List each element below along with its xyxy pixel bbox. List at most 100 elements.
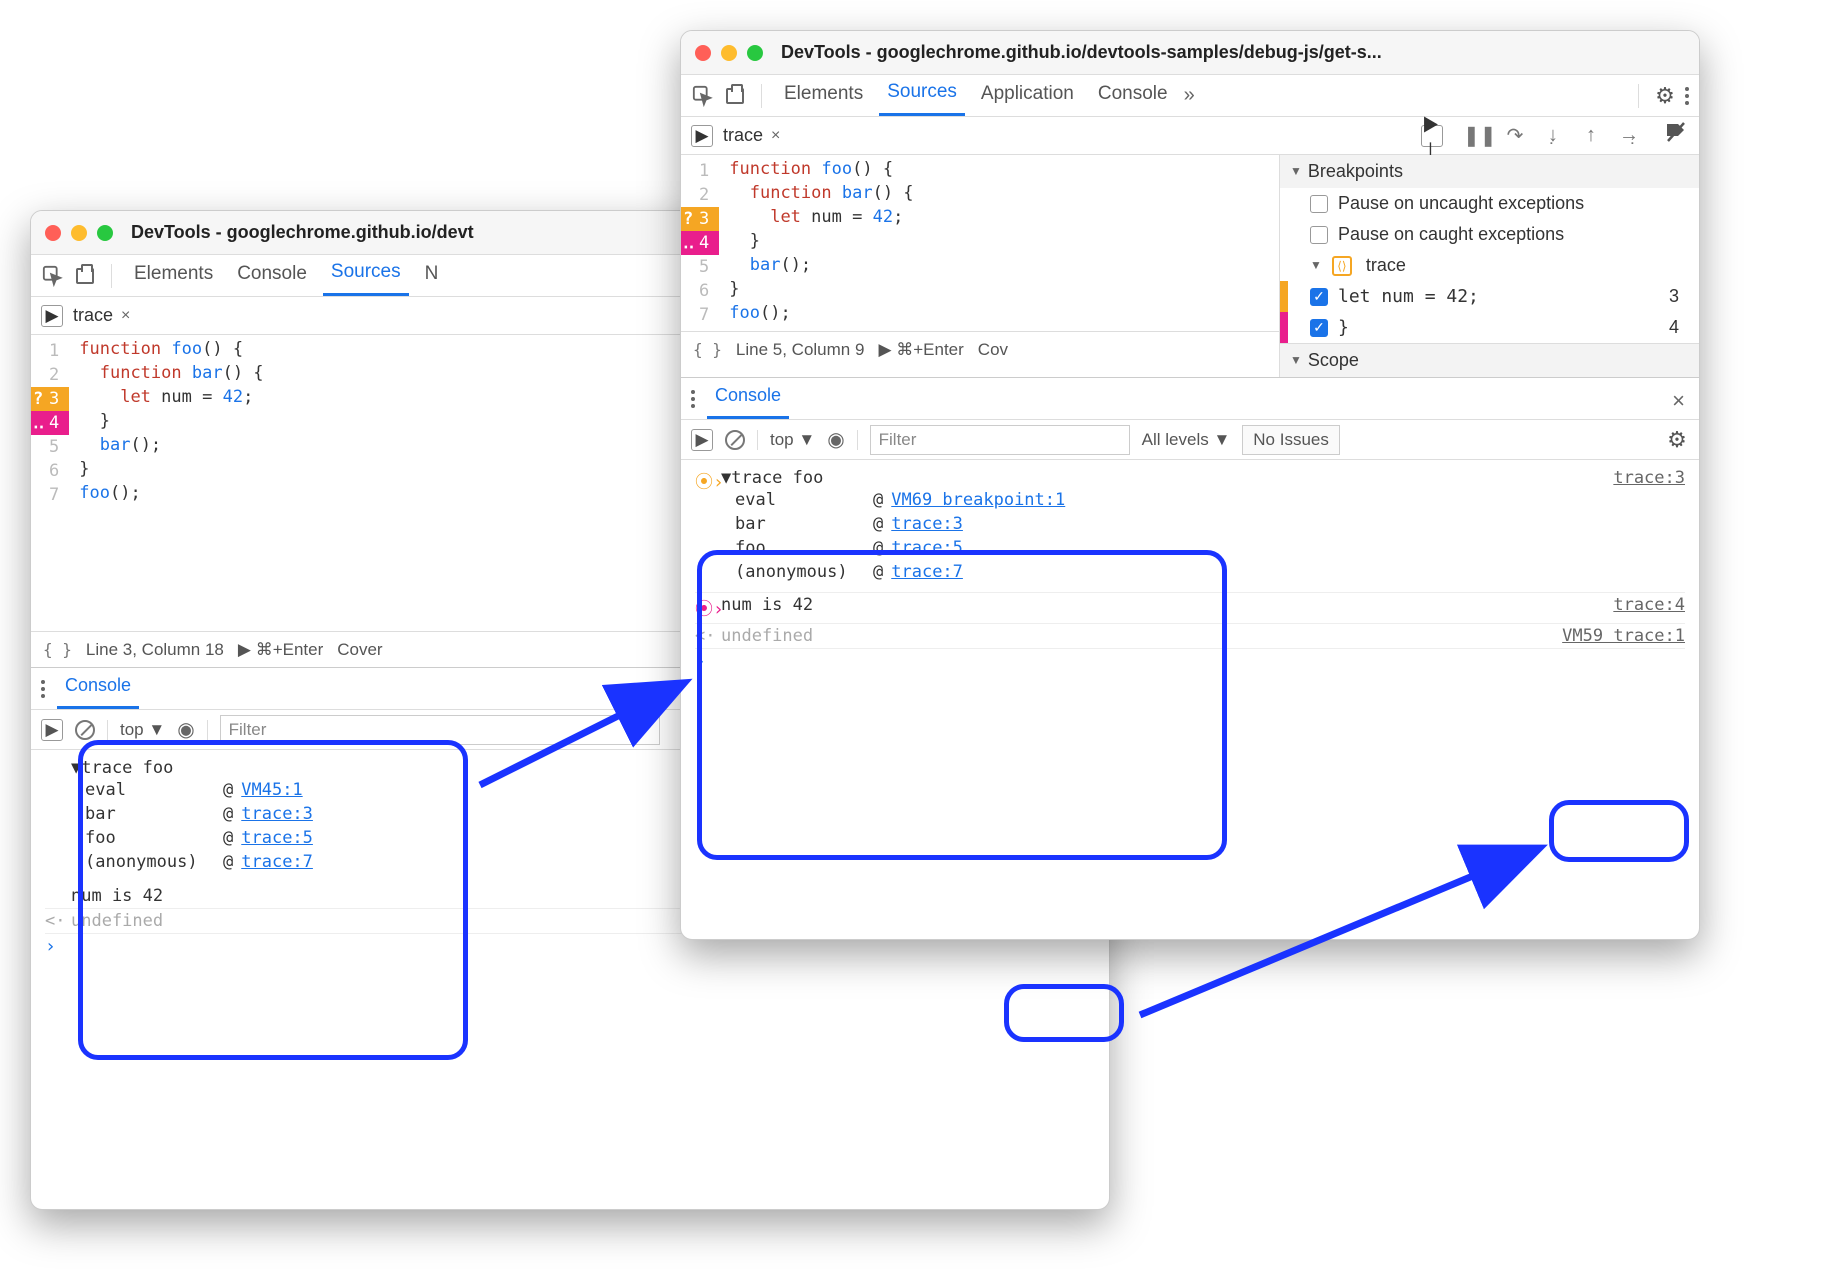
more-icon[interactable]: ▶〡 <box>1421 125 1443 147</box>
bp-line: 4 <box>1669 317 1679 338</box>
gear-icon[interactable] <box>1665 428 1689 452</box>
tab-console[interactable]: Console <box>229 257 315 295</box>
drawer-console-tab[interactable]: Console <box>707 379 789 419</box>
code-editor[interactable]: function foo() { function bar() { let nu… <box>719 155 1279 331</box>
filter-input[interactable]: Filter <box>870 425 1130 455</box>
kebab-icon[interactable] <box>1685 87 1689 105</box>
stack-link[interactable]: trace:3 <box>891 514 963 534</box>
navigator-icon[interactable]: ▶ <box>691 125 713 147</box>
console-drawer: Console × ▶ top ▼ Filter All levels ▼ No… <box>681 377 1699 680</box>
context-icon[interactable]: ▶ <box>691 429 713 451</box>
pretty-print-icon[interactable] <box>43 640 72 660</box>
tab-sources[interactable]: Sources <box>879 75 965 116</box>
log-source-link[interactable]: trace:4 <box>1613 595 1685 615</box>
zoom-dot[interactable] <box>97 225 113 241</box>
step-into-icon[interactable]: ↓̣ <box>1539 124 1567 147</box>
stack-link[interactable]: VM69 breakpoint:1 <box>891 490 1065 510</box>
checkbox-icon[interactable] <box>1310 288 1328 306</box>
file-icon: ⟨⟩ <box>1332 256 1352 276</box>
scope-header[interactable]: ▼Scope <box>1280 344 1699 377</box>
gear-icon[interactable] <box>1653 84 1677 108</box>
close-dot[interactable] <box>45 225 61 241</box>
tab-more[interactable]: N <box>417 257 447 295</box>
clear-icon[interactable] <box>725 430 745 450</box>
checkbox-icon[interactable] <box>1310 195 1328 213</box>
console-result: <· undefined VM59 trace:1 <box>695 623 1685 649</box>
context-select[interactable]: top ▼ <box>120 720 165 740</box>
trace-head[interactable]: ▼trace foo <box>721 468 1613 488</box>
filter-input[interactable]: Filter <box>220 715 660 745</box>
device-icon[interactable] <box>723 84 747 108</box>
pause-uncaught[interactable]: Pause on uncaught exceptions <box>1280 188 1699 219</box>
line-gutter[interactable]: 1234567 <box>681 155 719 331</box>
step-over-icon[interactable]: ↷ <box>1501 123 1529 148</box>
traffic-lights <box>45 225 113 241</box>
stack-link[interactable]: trace:3 <box>241 804 313 824</box>
context-select[interactable]: top ▼ <box>770 430 815 450</box>
step-out-icon[interactable]: ↑ <box>1577 124 1605 147</box>
checkbox-icon[interactable] <box>1310 226 1328 244</box>
console-log: ⦿› num is 42 trace:4 <box>695 592 1685 623</box>
console-prompt[interactable]: › <box>695 649 1685 674</box>
tab-elements[interactable]: Elements <box>126 257 221 295</box>
line-gutter[interactable]: 1234567 <box>31 335 69 511</box>
stack-link[interactable]: trace:7 <box>891 562 963 582</box>
minimize-dot[interactable] <box>71 225 87 241</box>
tab-console[interactable]: Console <box>1090 77 1176 115</box>
navigator-icon[interactable]: ▶ <box>41 305 63 327</box>
pretty-print-icon[interactable] <box>693 340 722 360</box>
inspect-icon[interactable] <box>691 84 715 108</box>
tab-elements[interactable]: Elements <box>776 77 871 115</box>
stack-link[interactable]: trace:5 <box>241 828 313 848</box>
zoom-dot[interactable] <box>747 45 763 61</box>
live-expression-icon[interactable] <box>827 427 844 452</box>
file-tab[interactable]: trace × <box>73 305 130 326</box>
levels-select[interactable]: All levels ▼ <box>1142 430 1231 450</box>
stack-link[interactable]: trace:5 <box>891 538 963 558</box>
context-icon[interactable]: ▶ <box>41 719 63 741</box>
run-hint: ▶ ⌘+Enter <box>878 340 963 360</box>
breakpoints-label: Breakpoints <box>1308 161 1403 182</box>
stack-link[interactable]: trace:7 <box>241 852 313 872</box>
bp-file[interactable]: ▼⟨⟩trace <box>1280 250 1699 281</box>
drawer-console-tab[interactable]: Console <box>57 669 139 709</box>
stack-link[interactable]: VM45:1 <box>241 780 302 800</box>
minimize-dot[interactable] <box>721 45 737 61</box>
coverage: Cov <box>978 340 1008 360</box>
bp-text: } <box>1338 317 1349 338</box>
pause-icon[interactable]: ❚❚ <box>1463 123 1491 148</box>
kebab-icon[interactable] <box>41 680 45 698</box>
file-tab-label: trace <box>73 305 113 326</box>
bp-item[interactable]: }4 <box>1280 312 1699 343</box>
live-expression-icon[interactable] <box>177 717 194 742</box>
clear-icon[interactable] <box>75 720 95 740</box>
window-title: DevTools - googlechrome.github.io/devt <box>131 222 474 243</box>
console-trace[interactable]: ⦿› ▼trace foo eval@ VM69 breakpoint:1bar… <box>695 466 1685 586</box>
breakpoints-header[interactable]: ▼Breakpoints <box>1280 155 1699 188</box>
tab-sources[interactable]: Sources <box>323 255 409 296</box>
close-icon[interactable]: × <box>121 307 130 325</box>
deactivate-bp-icon[interactable] <box>1663 121 1689 151</box>
trace-source-link[interactable]: trace:3 <box>1613 468 1685 488</box>
step-icon[interactable]: →̣ <box>1615 124 1643 147</box>
titlebar: DevTools - googlechrome.github.io/devtoo… <box>681 31 1699 75</box>
issues-button[interactable]: No Issues <box>1242 425 1340 455</box>
uncaught-label: Pause on uncaught exceptions <box>1338 193 1584 214</box>
close-icon[interactable]: × <box>771 127 780 145</box>
close-dot[interactable] <box>695 45 711 61</box>
close-icon[interactable]: × <box>1672 388 1685 414</box>
coverage: Cover <box>337 640 382 660</box>
checkbox-icon[interactable] <box>1310 319 1328 337</box>
run-hint: ▶ ⌘+Enter <box>238 640 323 660</box>
file-tab[interactable]: trace× <box>723 125 780 146</box>
more-tabs[interactable]: » <box>1184 84 1195 107</box>
bp-item[interactable]: let num = 42;3 <box>1280 281 1699 312</box>
traffic-lights <box>695 45 763 61</box>
tab-application[interactable]: Application <box>973 77 1082 115</box>
status-line: Line 5, Column 9 ▶ ⌘+Enter Cov <box>681 331 1279 367</box>
device-icon[interactable] <box>73 264 97 288</box>
inspect-icon[interactable] <box>41 264 65 288</box>
kebab-icon[interactable] <box>691 390 695 408</box>
pause-caught[interactable]: Pause on caught exceptions <box>1280 219 1699 250</box>
undef-source-link[interactable]: VM59 trace:1 <box>1562 626 1685 646</box>
